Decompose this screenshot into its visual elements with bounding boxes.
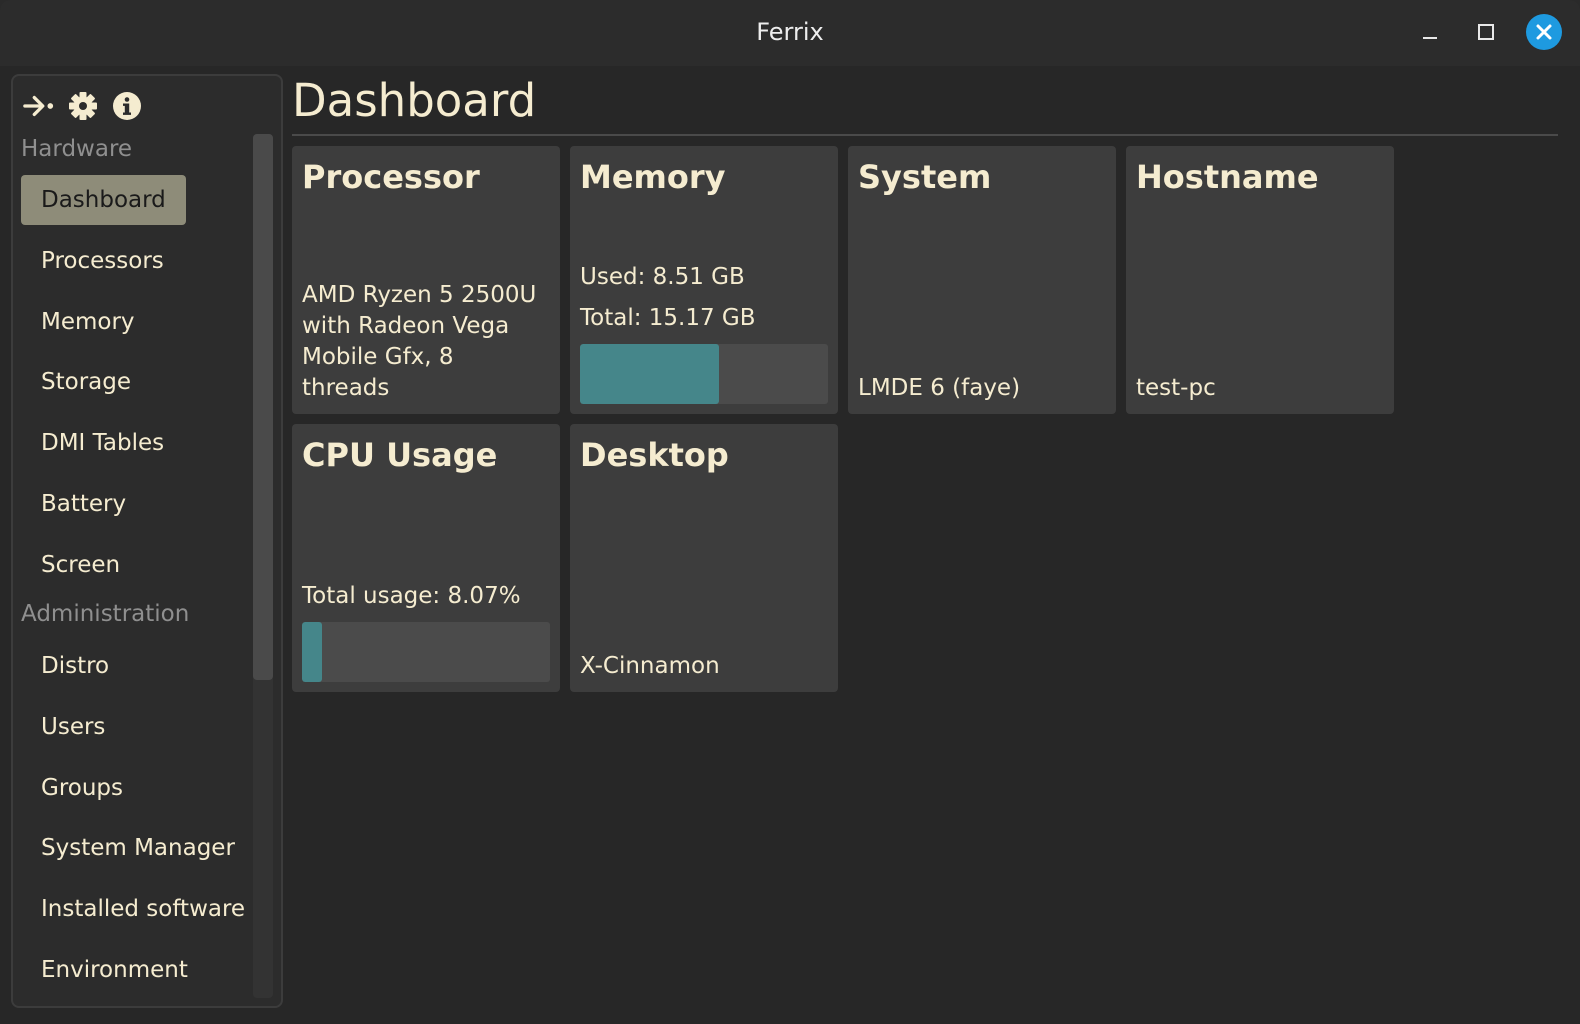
sidebar-toolbar xyxy=(23,90,143,122)
sidebar-item-environment[interactable]: Environment xyxy=(21,945,208,995)
card-title: Processor xyxy=(302,158,480,196)
hostname-value: test-pc xyxy=(1136,375,1216,401)
title-divider xyxy=(292,134,1558,136)
sidebar-item-distro[interactable]: Distro xyxy=(21,641,129,691)
processor-line: threads xyxy=(302,375,390,401)
app-window: Ferrix Hardware Dashboard Processors Mem… xyxy=(0,0,1580,1024)
sidebar-item-screen[interactable]: Screen xyxy=(21,540,140,590)
sidebar-item-processors[interactable]: Processors xyxy=(21,236,184,286)
card-title: System xyxy=(858,158,992,196)
card-cpu-usage: CPU Usage Total usage: 8.07% xyxy=(292,424,560,692)
sidebar-item-storage[interactable]: Storage xyxy=(21,357,151,407)
title-bar[interactable]: Ferrix xyxy=(0,0,1580,66)
sidebar-item-battery[interactable]: Battery xyxy=(21,479,146,529)
card-title: CPU Usage xyxy=(302,436,498,474)
sidebar-item-installed-software[interactable]: Installed software xyxy=(21,884,265,934)
close-button[interactable] xyxy=(1526,14,1562,50)
memory-usage-fill xyxy=(580,344,720,404)
card-title: Hostname xyxy=(1136,158,1319,196)
maximize-icon xyxy=(1478,24,1494,40)
section-label-administration: Administration xyxy=(21,601,190,627)
memory-total: Total: 15.17 GB xyxy=(580,305,756,331)
section-label-hardware: Hardware xyxy=(21,136,133,162)
sidebar-item-system-manager[interactable]: System Manager xyxy=(21,823,255,873)
processor-line: AMD Ryzen 5 2500U xyxy=(302,282,537,308)
card-title: Desktop xyxy=(580,436,729,474)
processor-line: Mobile Gfx, 8 xyxy=(302,344,454,370)
maximize-button[interactable] xyxy=(1468,14,1504,50)
minimize-button[interactable] xyxy=(1412,14,1448,50)
sidebar-item-groups[interactable]: Groups xyxy=(21,763,143,813)
cpu-usage-value: Total usage: 8.07% xyxy=(302,583,521,609)
window-title: Ferrix xyxy=(756,18,824,46)
desktop-value: X-Cinnamon xyxy=(580,653,720,679)
minimize-icon xyxy=(1423,37,1437,39)
sidebar: Hardware Dashboard Processors Memory Sto… xyxy=(11,74,283,1008)
card-system: System LMDE 6 (faye) xyxy=(848,146,1116,414)
info-icon[interactable] xyxy=(111,90,143,122)
memory-usage-bar xyxy=(580,344,828,404)
sidebar-scrollbar[interactable] xyxy=(253,134,273,998)
close-icon xyxy=(1536,24,1552,40)
memory-used: Used: 8.51 GB xyxy=(580,264,745,290)
card-processor: Processor AMD Ryzen 5 2500U with Radeon … xyxy=(292,146,560,414)
gear-icon[interactable] xyxy=(67,90,99,122)
sidebar-item-memory[interactable]: Memory xyxy=(21,297,155,347)
card-desktop: Desktop X-Cinnamon xyxy=(570,424,838,692)
cpu-usage-fill xyxy=(302,622,322,682)
sidebar-item-dashboard[interactable]: Dashboard xyxy=(21,175,186,225)
system-value: LMDE 6 (faye) xyxy=(858,375,1021,401)
processor-line: with Radeon Vega xyxy=(302,313,510,339)
scrollbar-thumb[interactable] xyxy=(253,134,273,680)
sidebar-item-users[interactable]: Users xyxy=(21,702,125,752)
sidebar-item-dmi-tables[interactable]: DMI Tables xyxy=(21,418,184,468)
collapse-arrow-icon[interactable] xyxy=(23,90,55,122)
page-title: Dashboard xyxy=(292,74,537,127)
cpu-usage-bar xyxy=(302,622,550,682)
card-hostname: Hostname test-pc xyxy=(1126,146,1394,414)
card-title: Memory xyxy=(580,158,726,196)
card-memory: Memory Used: 8.51 GB Total: 15.17 GB xyxy=(570,146,838,414)
